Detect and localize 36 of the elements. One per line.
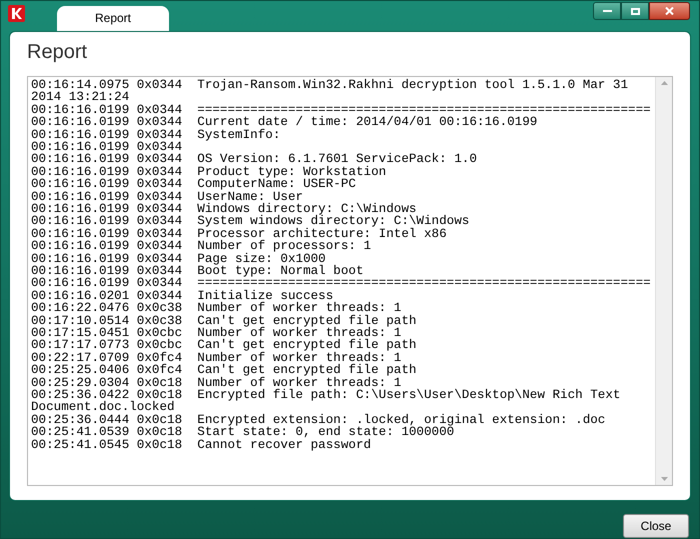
log-line: 00:16:16.0199 0x0344 Product type: Workstation (31, 166, 388, 178)
log-line: 00:16:16.0199 0x0344 ComputerName: USER-PC (31, 178, 357, 191)
log-line: 00:25:36.0444 0x0c18 Encrypted extension: .locked, original extension: .doc (31, 414, 606, 426)
log-line: 00:16:16.0199 0x0344 UserName: User (31, 190, 304, 203)
log-line: 00:16:16.0199 0x0344 Current date / time: 2014/04/01 00:16:16.0199 (31, 116, 538, 128)
close-button[interactable]: Close (623, 514, 689, 538)
log-line: 00:25:41.0545 0x0c18 Cannot recover password (31, 438, 372, 452)
log-line: 00:16:16.0199 0x0344 ============================================================ (31, 104, 652, 116)
log-line: 00:22:17.0709 0x0fc4 Number of worker threads: 1 (31, 352, 402, 364)
log-line: 00:25:41.0539 0x0c18 Start state: 0, end state: 1000000 (31, 426, 454, 439)
log-line: 00:16:16.0199 0x0344 OS Version: 6.1.7601 ServicePack: 1.0 (31, 153, 478, 166)
log-line: 00:25:36.0422 0x0c18 Encrypted file path: C:\Users\User\Desktop\New Rich Text Document.doc.locked (31, 389, 622, 414)
minimize-button[interactable] (593, 2, 621, 20)
log-line: 00:16:16.0199 0x0344 SystemInfo: (31, 128, 282, 141)
close-button[interactable] (649, 2, 690, 20)
log-line: 00:17:17.0773 0x0cbc Can't get encrypted file path (31, 339, 418, 352)
log-line: 00:17:10.0514 0x0c38 Can't get encrypted file path (31, 314, 418, 327)
logo-icon (8, 5, 25, 22)
log-line: 00:16:16.0199 0x0344 Page size: 0x1000 (31, 252, 326, 265)
log-line: 00:16:16.0199 0x0344 Processor architecture: Intel x86 (31, 228, 448, 240)
page-heading: Report (27, 40, 88, 65)
log-line: 00:17:15.0451 0x0cbc Number of worker threads: 1 (31, 327, 402, 340)
log-line: 00:16:16.0199 0x0344 System windows directory: C:\Windows (31, 215, 470, 228)
log-line: 00:25:29.0304 0x0c18 Number of worker threads: 1 (31, 376, 402, 390)
log-line: 00:16:16.0199 0x0344 Windows directory: C:\Windows (31, 202, 416, 216)
log-line: 00:16:16.0199 0x0344 ============================================================ (31, 277, 652, 290)
log-line: 00:16:16.0199 0x0344 (31, 140, 184, 154)
log-line: 00:16:16.0199 0x0344 Number of processors: 1 (31, 240, 372, 253)
log-line: 00:16:14.0975 0x0344 Trojan-Ransom.Win32.Rakhni decryption tool 1.5.1.0 Mar 31 2014 13:21:24 (31, 78, 630, 104)
maximize-button[interactable] (621, 2, 649, 20)
log-line: 00:16:22.0476 0x0c38 Number of worker threads: 1 (31, 302, 402, 315)
log-line: 00:16:16.0199 0x0344 Boot type: Normal boot (31, 264, 365, 278)
close-icon (665, 7, 674, 15)
log-line: 00:25:25.0406 0x0fc4 Can't get encrypted file path (31, 364, 418, 377)
log-line: 00:16:16.0201 0x0344 Initialize success (31, 290, 334, 302)
tab[interactable]: Report (57, 6, 169, 31)
